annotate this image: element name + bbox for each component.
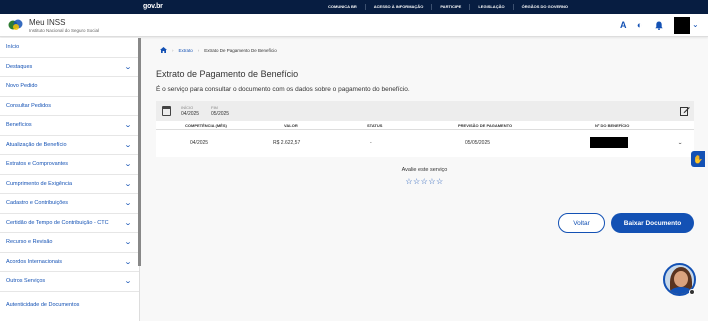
cell-previsao: 05/05/2025 [465,140,491,146]
sidebar-item-acordos[interactable]: Acordos Internacionais ⌄ [0,253,139,272]
assistant-face [674,271,688,287]
redacted-benefit-number [590,137,628,148]
end-value: 05/2025 [211,111,230,117]
chevron-down-icon: ⌄ [123,180,133,188]
sidebar-item-destaques[interactable]: Destaques ⌄ [0,58,139,77]
sidebar-item-label: Cadastro e Contribuições [6,200,69,207]
font-size-icon[interactable]: A [620,20,627,30]
statement-card: INÍCIO 04/2025 FIM 05/2025 COMPETÊNCIA (… [156,101,694,157]
top-link-orgaos[interactable]: ÓRGÃOS DO GOVERNO [514,4,576,10]
sidebar-item-recurso[interactable]: Recurso e Revisão ⌄ [0,233,139,253]
calendar-icon [162,106,171,116]
sidebar-item-label: Destaques [6,63,33,70]
sidebar-item-outros[interactable]: Outros Serviços ⌄ [0,272,139,292]
cell-competencia: 04/2025 [190,140,209,146]
chevron-down-icon: ⌄ [123,258,133,266]
home-icon[interactable] [160,47,167,53]
chevron-down-icon: ⌄ [123,239,133,247]
main-content: › Extrato › Extrato De Pagamento De Bene… [141,38,708,321]
rate-label: Avalie este serviço [401,167,448,173]
sidebar-item-label: Certidão de Tempo de Contribuição - CTC [6,219,109,226]
sidebar-item-label: Extratos e Comprovantes [6,161,69,168]
top-link-acesso[interactable]: ACESSO À INFORMAÇÃO [366,4,433,10]
app-title: Meu INSS Instituto Nacional do Seguro So… [29,18,99,33]
back-button[interactable]: Voltar [558,213,605,233]
sidebar-item-ctc[interactable]: Certidão de Tempo de Contribuição - CTC ⌄ [0,214,139,233]
col-previsao: PREVISÃO DE PAGAMENTO [458,122,513,128]
table-header: COMPETÊNCIA (MÊS) VALOR STATUS PREVISÃO … [156,121,694,130]
accessibility-hand-icon[interactable]: ✋ [691,151,705,167]
sidebar-item-consultar-pedidos[interactable]: Consultar Pedidos [0,97,139,116]
bell-icon[interactable] [655,21,663,30]
sidebar-item-novo-pedido[interactable]: Novo Pedido [0,77,139,97]
sidebar-item-extratos[interactable]: Extratos e Comprovantes ⌄ [0,155,139,175]
breadcrumb-current: Extrato De Pagamento De Benefício [204,47,277,53]
app-header: Meu INSS Instituto Nacional do Seguro So… [0,14,708,37]
app-subtitle: Instituto Nacional do Seguro Social [29,28,100,33]
sidebar-item-autenticidade[interactable]: Autenticidade de Documentos [0,296,139,316]
sidebar-item-inicio[interactable]: Início [0,38,139,58]
app-title-text: Meu INSS [29,18,66,27]
chevron-down-icon: ⌄ [123,278,133,286]
col-valor: VALOR [284,122,298,128]
download-button[interactable]: Baixar Documento [611,213,694,233]
page-description: É o serviço para consultar o documento c… [156,86,410,93]
chevron-down-icon: ⌄ [123,200,133,208]
chevron-down-icon: ⌄ [123,63,133,71]
sidebar-item-label: Atualização de Benefício [6,141,67,148]
start-value: 04/2025 [181,111,200,117]
end-label: FIM [211,105,218,110]
top-link-comunica[interactable]: COMUNICA BR [320,4,366,10]
chevron-down-icon: ⌄ [123,122,133,130]
col-numero: Nº DO BENEFÍCIO [595,122,630,128]
assistant-badge-icon [689,289,695,295]
chevron-down-icon[interactable]: ⌄ [677,140,682,146]
page-title: Extrato de Pagamento de Benefício [156,69,299,79]
user-avatar[interactable] [674,17,690,34]
table-row[interactable]: 04/2025 R$ 2.622,57 - 05/05/2025 ⌄ [156,130,694,156]
contrast-icon[interactable]: ◐ [637,20,642,30]
chevron-down-icon: ⌄ [123,161,133,169]
col-competencia: COMPETÊNCIA (MÊS) [185,122,227,128]
edit-icon[interactable] [680,106,690,116]
breadcrumb-extrato[interactable]: Extrato [179,48,193,53]
sidebar: Início Destaques ⌄ Novo Pedido Consultar … [0,38,141,321]
chevron-down-icon: ⌄ [123,219,133,227]
sidebar-item-label: Recurso e Revisão [6,239,53,246]
chevron-down-icon[interactable]: ⌄ [692,20,699,29]
sidebar-item-label: Benefícios [6,122,32,129]
inss-logo-icon[interactable] [8,18,24,32]
top-link-participe[interactable]: PARTICIPE [432,4,471,10]
sidebar-item-label: Consultar Pedidos [6,102,51,109]
top-link-legislacao[interactable]: LEGISLAÇÃO [470,4,514,10]
sidebar-item-atualizacao[interactable]: Atualização de Benefício ⌄ [0,136,139,155]
breadcrumb-separator-icon: › [197,47,200,53]
top-links: COMUNICA BR ACESSO À INFORMAÇÃO PARTICIP… [320,0,576,14]
breadcrumb: › Extrato › Extrato De Pagamento De Bene… [160,47,277,53]
govbr-logo[interactable]: gov.br [143,3,163,10]
sidebar-item-label: Início [6,44,20,51]
sidebar-item-beneficios[interactable]: Benefícios ⌄ [0,116,139,136]
start-label: INÍCIO [181,105,194,110]
government-topbar: gov.br COMUNICA BR ACESSO À INFORMAÇÃO P… [0,0,708,14]
sidebar-item-label: Outros Serviços [6,278,46,285]
sidebar-item-label: Autenticidade de Documentos [6,302,80,309]
cell-status: - [370,140,372,146]
star-rating[interactable]: ☆☆☆☆☆ [141,177,708,186]
breadcrumb-separator-icon: › [172,47,174,53]
cell-valor: R$ 2.622,57 [273,140,301,146]
sidebar-item-cadastro[interactable]: Cadastro e Contribuições ⌄ [0,194,139,214]
period-header: INÍCIO 04/2025 FIM 05/2025 [156,101,694,121]
sidebar-item-label: Cumprimento de Exigência [6,180,73,187]
sidebar-item-exigencia[interactable]: Cumprimento de Exigência ⌄ [0,175,139,194]
sidebar-item-label: Novo Pedido [6,83,38,90]
col-status: STATUS [367,122,383,128]
chevron-down-icon: ⌄ [123,141,133,149]
sidebar-item-label: Acordos Internacionais [6,258,62,265]
